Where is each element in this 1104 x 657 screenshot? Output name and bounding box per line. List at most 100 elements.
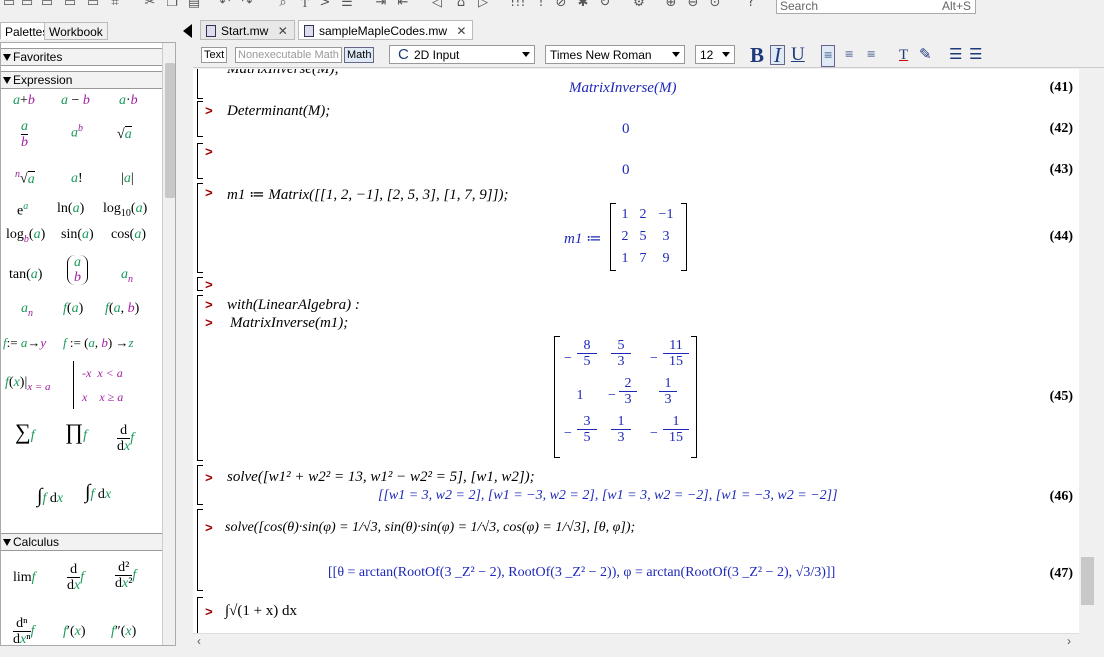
- palette-arrow-function-2[interactable]: f := (a, b) →z: [63, 335, 134, 351]
- palette-sqrt[interactable]: √a: [117, 126, 132, 143]
- palette-exp[interactable]: ea: [17, 201, 28, 220]
- assistant-icon[interactable]: ⚙: [632, 0, 646, 10]
- execution-group-bracket[interactable]: [197, 465, 203, 505]
- palette-fraction[interactable]: ab: [21, 119, 28, 150]
- palette-index[interactable]: an: [21, 301, 33, 319]
- tab-start-mw[interactable]: Start.mw ✕: [200, 20, 295, 40]
- palette-a-minus-b[interactable]: a − b: [61, 93, 90, 109]
- execution-group-bracket[interactable]: [197, 101, 203, 137]
- print-preview-icon[interactable]: ▭: [86, 0, 100, 10]
- text-color-icon[interactable]: T: [899, 45, 908, 65]
- tab-workbook[interactable]: Workbook: [44, 22, 108, 40]
- palette-derivative[interactable]: d dx f: [117, 423, 134, 454]
- palette-sum[interactable]: ∑f: [15, 419, 35, 445]
- math-mode-button[interactable]: Math: [344, 47, 375, 63]
- palette-nth-root[interactable]: n√a: [15, 169, 35, 188]
- palette-f-prime[interactable]: f′(x): [63, 624, 86, 640]
- palette-factorial[interactable]: a!: [71, 171, 83, 187]
- align-right-icon[interactable]: ≡: [867, 45, 875, 65]
- execution-group-bracket[interactable]: [197, 597, 203, 633]
- close-icon[interactable]: ✕: [278, 24, 288, 38]
- outdent-icon[interactable]: ⇤: [396, 0, 410, 10]
- section-icon[interactable]: ☰: [340, 0, 354, 10]
- cut-icon[interactable]: ✂: [143, 0, 157, 10]
- highlight-icon[interactable]: ✎: [919, 45, 932, 65]
- palette-header-favorites[interactable]: Favorites: [1, 48, 162, 66]
- palette-definite-integral[interactable]: ∫f dx: [85, 481, 111, 504]
- bold-icon[interactable]: B: [750, 45, 764, 66]
- palette-header-calculus[interactable]: Calculus: [1, 533, 162, 551]
- palette-power[interactable]: ab: [71, 123, 83, 142]
- collapse-panel-icon[interactable]: [183, 24, 192, 38]
- palette-limit[interactable]: limf: [13, 570, 36, 586]
- palette-log10[interactable]: log10(a): [103, 201, 147, 219]
- debug-icon[interactable]: ⊘: [554, 0, 568, 10]
- back-icon[interactable]: ◁: [430, 0, 444, 10]
- execution-group-bracket[interactable]: [197, 69, 203, 99]
- crop-icon[interactable]: ⌗: [108, 0, 122, 10]
- worksheet[interactable]: MatrixInverse(M); MatrixInverse(M) (41) …: [193, 69, 1079, 633]
- font-size-select[interactable]: 12: [695, 45, 735, 64]
- math-input[interactable]: Determinant(M);: [227, 103, 330, 120]
- palette-product[interactable]: ∏f: [65, 419, 87, 445]
- redo-icon[interactable]: ↷: [240, 0, 254, 10]
- palette-cos[interactable]: cos(a): [111, 227, 146, 243]
- palette-scrollbar[interactable]: [162, 43, 175, 645]
- home-icon[interactable]: ⌂: [454, 0, 468, 10]
- execution-group-bracket[interactable]: [197, 143, 203, 179]
- paste-icon[interactable]: ▤: [187, 0, 201, 10]
- palette-a-times-b[interactable]: a·b: [119, 93, 138, 109]
- palette-ln[interactable]: ln(a): [57, 201, 84, 217]
- close-icon[interactable]: ✕: [456, 24, 466, 38]
- math-input[interactable]: solve([w1² + w2² = 13, w1² − w2² = 5], […: [227, 469, 535, 486]
- new-icon[interactable]: ▭: [2, 0, 16, 10]
- copy-icon[interactable]: ❐: [165, 0, 179, 10]
- worksheet-vertical-scrollbar[interactable]: [1079, 69, 1096, 633]
- font-select[interactable]: Times New Roman: [545, 45, 685, 64]
- align-left-icon[interactable]: ≡: [821, 45, 836, 67]
- math-input[interactable]: MatrixInverse(M);: [227, 69, 339, 78]
- worksheet-horizontal-scrollbar[interactable]: ‹ ›: [193, 633, 1079, 648]
- palette-eval-at[interactable]: f(x)|x = a: [5, 375, 51, 393]
- align-center-icon[interactable]: ≡: [845, 45, 853, 65]
- palette-integral[interactable]: ∫f dx: [37, 485, 63, 508]
- palette-f-double-prime[interactable]: f″(x): [111, 624, 136, 640]
- save-icon[interactable]: ▭: [40, 0, 54, 10]
- math-prompt-icon[interactable]: >: [318, 0, 332, 10]
- stop-icon[interactable]: !: [534, 0, 548, 10]
- bug-icon[interactable]: ✱: [576, 0, 590, 10]
- palette-f-of-a-b[interactable]: f(a, b): [105, 301, 139, 317]
- scroll-right-icon[interactable]: ›: [1067, 634, 1071, 648]
- palette-subscript[interactable]: an: [121, 267, 133, 285]
- palette-second-derivative[interactable]: d² dx² f: [115, 560, 136, 591]
- zoom-in-icon[interactable]: ⊕: [664, 0, 678, 10]
- math-input[interactable]: solve([cos(θ)·sin(φ) = 1/√3, sin(θ)·sin(…: [225, 520, 635, 536]
- bullet-list-icon[interactable]: ☰: [949, 45, 962, 65]
- restart-icon[interactable]: ↻: [598, 0, 612, 10]
- palette-tan[interactable]: tan(a): [9, 267, 42, 283]
- palette-logb[interactable]: logb(a): [6, 227, 45, 245]
- palette-abs[interactable]: |a|: [121, 171, 134, 187]
- palette-arrow-function[interactable]: f:= a→y: [3, 335, 46, 351]
- palette-derivative-2[interactable]: d dx f: [67, 562, 84, 593]
- execution-group-bracket[interactable]: [197, 277, 203, 291]
- palette-header-expression[interactable]: Expression: [1, 71, 162, 89]
- text-mode-button[interactable]: Text: [201, 47, 228, 63]
- palette-sin[interactable]: sin(a): [61, 227, 94, 243]
- zoom-fit-icon[interactable]: ⊙: [708, 0, 722, 10]
- text-icon[interactable]: T: [298, 0, 312, 10]
- scroll-thumb[interactable]: [1081, 557, 1094, 605]
- math-input[interactable]: ∫√(1 + x) dx: [225, 603, 297, 620]
- palette-binomial[interactable]: ab: [67, 255, 88, 285]
- palette-scroll-thumb[interactable]: [165, 63, 175, 198]
- palette-nth-derivative[interactable]: dⁿ dxⁿ f: [13, 616, 35, 645]
- execute-all-icon[interactable]: !!!: [510, 0, 526, 10]
- zoom-out-icon[interactable]: ⊖: [686, 0, 700, 10]
- nonexecutable-math-button[interactable]: Nonexecutable Math: [235, 47, 342, 63]
- palette-piecewise[interactable]: -x x < ax x ≥ a: [73, 361, 123, 409]
- search-input[interactable]: Search Alt+S: [776, 0, 976, 14]
- open-icon[interactable]: ▭: [20, 0, 34, 10]
- numbered-list-icon[interactable]: ☰: [969, 45, 982, 65]
- undo-icon[interactable]: ↶: [218, 0, 232, 10]
- find-icon[interactable]: ⌕: [276, 0, 290, 10]
